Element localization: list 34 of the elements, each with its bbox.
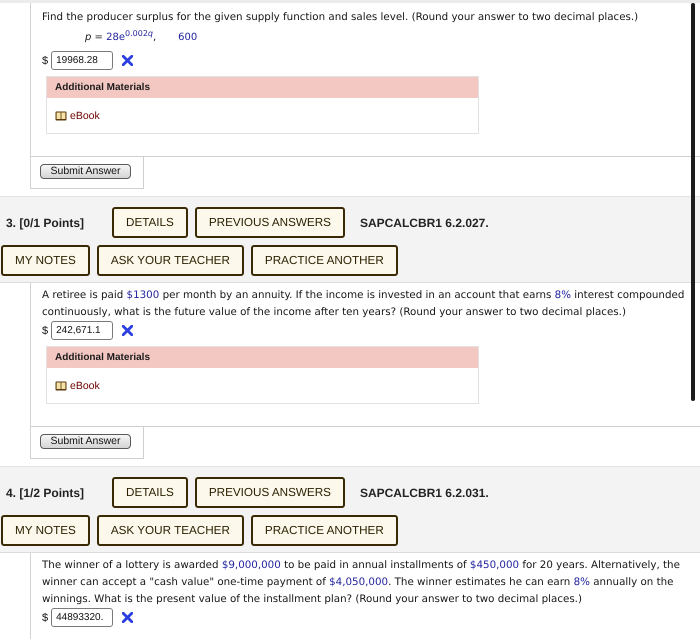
ebook-link[interactable]: eBook: [55, 110, 100, 122]
tool-button[interactable]: ASK YOUR TEACHER: [96, 515, 244, 546]
answer-field[interactable]: 242,671.1: [51, 321, 114, 340]
question-text: Find the producer surplus for the given supply function and sales level. (Round your answer to two decimal places.): [42, 10, 640, 25]
header-button[interactable]: PREVIOUS ANSWERS: [194, 207, 345, 238]
materials-header: Additional Materials: [47, 347, 478, 368]
question-text: The winner of a lottery is awarded $9,000,000 to be paid in annual installments of $450,000 for 20 years. Alternatively, the winner can accept a "cash value" one-time payment of $4,050,000. The winner estimates he can earn 8% annually on the winnings. What is the present value of the installment plan? (Round your answer to two decimal places.): [42, 558, 681, 607]
formula-text: p = 28e$^{0.002}$$^{q}$,: [85, 28, 156, 45]
tool-button[interactable]: MY NOTES: [1, 515, 90, 546]
materials-header: Additional Materials: [47, 77, 478, 98]
currency-symbol: $: [42, 54, 48, 66]
header-button[interactable]: DETAILS: [112, 477, 188, 508]
points-label: 3. [0/1 Points]: [6, 216, 86, 230]
tool-button[interactable]: PRACTICE ANOTHER: [250, 515, 398, 546]
tool-button[interactable]: PRACTICE ANOTHER: [250, 245, 398, 276]
header-button[interactable]: DETAILS: [112, 207, 188, 238]
tool-button[interactable]: MY NOTES: [1, 245, 90, 276]
submit-button[interactable]: Submit Answer: [40, 164, 131, 179]
currency-symbol: $: [42, 612, 48, 624]
problem-code: SAPCALCBR1 6.2.027.: [360, 216, 489, 230]
question-text: A retiree is paid $1300 per month by an annuity. If the income is invested in an account that earns 8% interest compounded continuously, what is the future value of the income after ten years? (Round your answer to two decimal places.): [42, 288, 686, 320]
problem-code: SAPCALCBR1 6.2.031.: [360, 486, 489, 500]
book-icon: [55, 110, 67, 120]
currency-symbol: $: [42, 324, 48, 336]
sales-level-text: 600: [178, 31, 198, 45]
header-button[interactable]: PREVIOUS ANSWERS: [194, 477, 345, 508]
answer-field[interactable]: 19968.28: [51, 51, 114, 70]
ebook-link[interactable]: eBook: [55, 380, 100, 392]
book-icon: [55, 380, 67, 390]
scrollbar-thumb[interactable]: [691, 3, 695, 401]
answer-field[interactable]: 44893320.: [51, 608, 114, 627]
tool-button[interactable]: ASK YOUR TEACHER: [96, 245, 244, 276]
points-label: 4. [1/2 Points]: [6, 486, 86, 500]
submit-button[interactable]: Submit Answer: [40, 434, 131, 449]
